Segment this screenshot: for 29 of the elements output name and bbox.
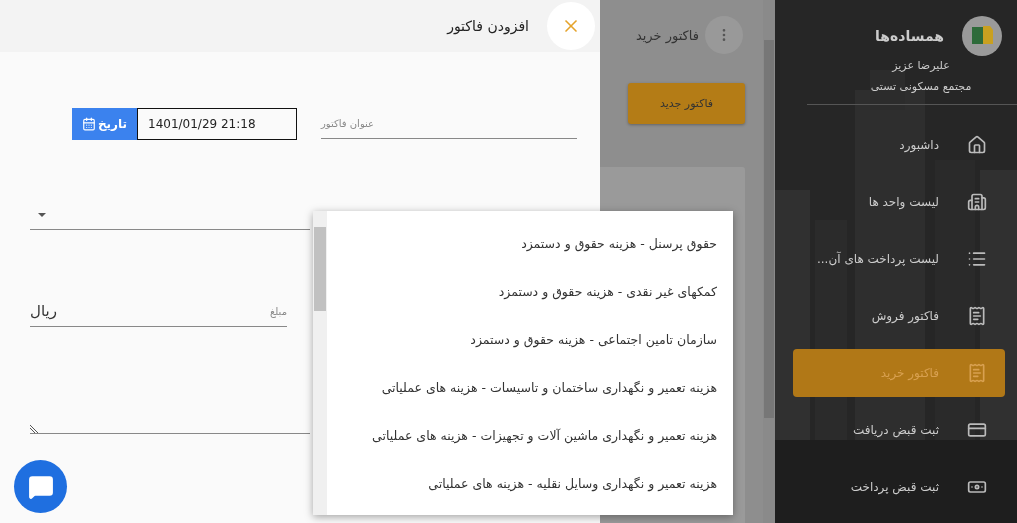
scrollbar[interactable] [313,211,327,515]
resize-handle-icon[interactable] [30,425,38,433]
home-icon [967,134,987,155]
date-button[interactable]: تاریخ [72,108,137,140]
app-name: همساده‌ها [875,28,944,44]
new-invoice-button[interactable]: فاکتور جدید [628,83,745,124]
amount-value: ریال [30,302,57,320]
amount-label: مبلغ [270,305,287,317]
menu-item[interactable]: ثبت قبض دریافت [793,405,1005,454]
menu-item[interactable]: لیست پرداخت های آن... [793,234,1005,283]
scrollbar[interactable] [763,0,775,523]
receipt-icon [967,305,987,326]
amount-field[interactable]: مبلغ ریال [30,296,287,327]
menu-item[interactable]: داشبورد [793,120,1005,169]
logo-icon [962,16,1002,56]
complex-name: مجتمع مسکونی تستی [870,78,972,95]
page-title: فاکتور خرید [635,27,699,43]
date-field[interactable]: 1401/01/29 21:18 [137,108,297,140]
caret-icon [38,212,46,217]
user-name: علیرضا عزیز [892,58,950,74]
chat-icon [27,473,54,500]
menu-item[interactable]: فاکتور فروش [793,291,1005,340]
calendar-icon [81,117,96,131]
receipt-icon [967,362,987,383]
title-field[interactable]: عنوان فاکتور [321,109,577,139]
chat-button[interactable] [14,460,67,513]
menu-item[interactable]: لیست واحد ها [793,177,1005,226]
drawer-title: افزودن فاکتور [447,18,529,34]
building-icon [967,191,987,212]
